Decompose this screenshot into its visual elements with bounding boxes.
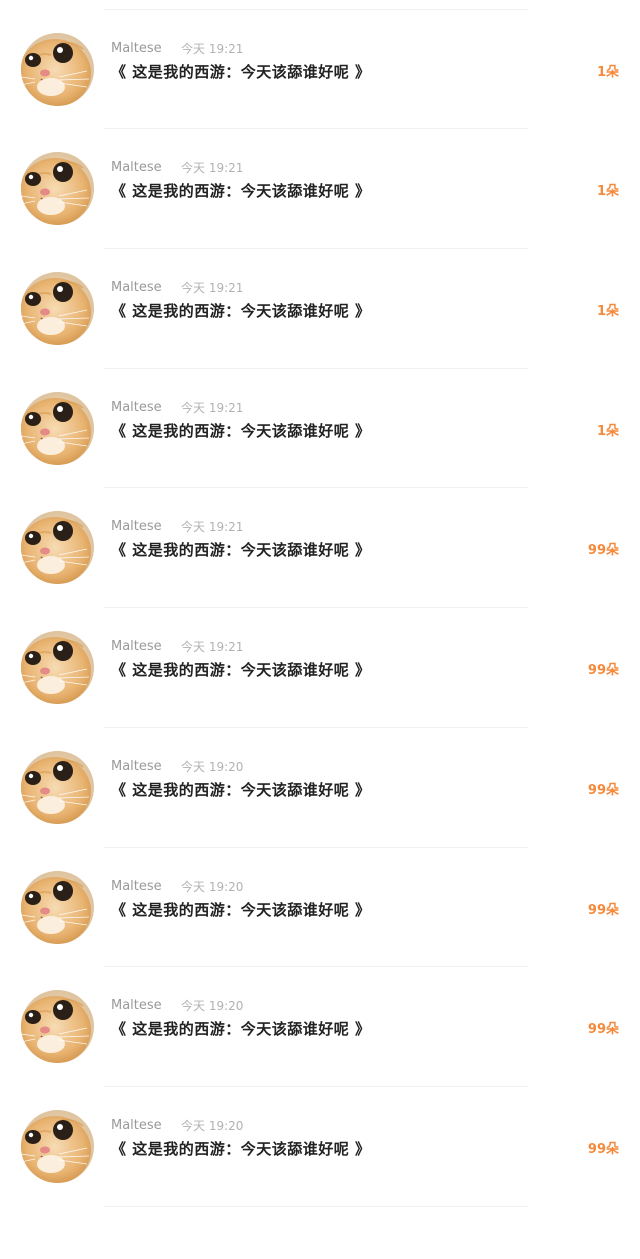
timestamp: 今天 19:20 — [181, 999, 244, 1014]
divider — [104, 1205, 528, 1207]
username[interactable]: Maltese — [111, 639, 162, 655]
timestamp: 今天 19:20 — [181, 879, 244, 894]
list-item[interactable]: Maltese 今天 19:21 《 这是我的西游：今天该舔谁好呢 》 1朵 — [0, 10, 640, 130]
cat-avatar-icon[interactable] — [21, 272, 94, 346]
post-title[interactable]: 《 这是我的西游：今天该舔谁好呢 》 — [111, 1019, 370, 1039]
list-item[interactable]: Maltese 今天 19:21 《 这是我的西游：今天该舔谁好呢 》 1朵 — [0, 0, 640, 10]
timestamp: 今天 19:21 — [181, 640, 244, 655]
cat-avatar-icon[interactable] — [21, 1109, 94, 1183]
list-item[interactable]: Maltese 今天 19:21 《 这是我的西游：今天该舔谁好呢 》 1朵 — [0, 369, 640, 489]
flower-count: 99朵 — [587, 543, 619, 559]
timestamp: 今天 19:21 — [181, 520, 244, 535]
post-title[interactable]: 《 这是我的西游：今天该舔谁好呢 》 — [111, 900, 370, 920]
flower-count: 99朵 — [587, 663, 619, 679]
cat-avatar-icon[interactable] — [21, 511, 94, 585]
cat-avatar-icon[interactable] — [21, 391, 94, 465]
list-item[interactable]: Maltese 今天 19:20 《 这是我的西游：今天该舔谁好呢 》 99朵 — [0, 967, 640, 1087]
comment-list: Maltese 今天 19:21 《 这是我的西游：今天该舔谁好呢 》 1朵 M… — [0, 0, 640, 1207]
username[interactable]: Maltese — [111, 160, 162, 176]
timestamp: 今天 19:21 — [181, 281, 244, 296]
timestamp: 今天 19:20 — [181, 759, 244, 774]
list-item[interactable]: Maltese 今天 19:20 《 这是我的西游：今天该舔谁好呢 》 99朵 — [0, 728, 640, 848]
post-title[interactable]: 《 这是我的西游：今天该舔谁好呢 》 — [111, 421, 370, 441]
timestamp: 今天 19:21 — [181, 400, 244, 415]
list-item[interactable]: Maltese 今天 19:21 《 这是我的西游：今天该舔谁好呢 》 99朵 — [0, 488, 640, 609]
username[interactable]: Maltese — [111, 41, 162, 57]
username[interactable]: Maltese — [111, 1118, 162, 1134]
timestamp: 今天 19:20 — [181, 1118, 244, 1133]
cat-avatar-icon[interactable] — [21, 631, 94, 705]
cat-avatar-icon[interactable] — [21, 152, 94, 226]
cat-avatar-icon[interactable] — [21, 32, 94, 106]
username[interactable]: Maltese — [111, 759, 162, 775]
flower-count: 99朵 — [587, 1022, 619, 1038]
timestamp: 今天 19:21 — [181, 41, 244, 56]
flower-count: 99朵 — [587, 782, 619, 798]
username[interactable]: Maltese — [111, 998, 162, 1014]
post-title[interactable]: 《 这是我的西游：今天该舔谁好呢 》 — [111, 62, 370, 82]
post-title[interactable]: 《 这是我的西游：今天该舔谁好呢 》 — [111, 181, 370, 201]
timestamp: 今天 19:21 — [181, 161, 244, 176]
flower-count: 1朵 — [596, 423, 619, 439]
list-item[interactable]: Maltese 今天 19:21 《 这是我的西游：今天该舔谁好呢 》 99朵 — [0, 608, 640, 728]
list-item[interactable]: Maltese 今天 19:21 《 这是我的西游：今天该舔谁好呢 》 1朵 — [0, 129, 640, 250]
post-title[interactable]: 《 这是我的西游：今天该舔谁好呢 》 — [111, 660, 370, 680]
post-title[interactable]: 《 这是我的西游：今天该舔谁好呢 》 — [111, 780, 370, 800]
list-item[interactable]: Maltese 今天 19:21 《 这是我的西游：今天该舔谁好呢 》 1朵 — [0, 249, 640, 369]
list-item[interactable]: Maltese 今天 19:20 《 这是我的西游：今天该舔谁好呢 》 99朵 — [0, 1087, 640, 1207]
cat-avatar-icon[interactable] — [21, 750, 94, 824]
flower-count: 1朵 — [596, 64, 619, 80]
cat-avatar-icon[interactable] — [21, 990, 94, 1064]
post-title[interactable]: 《 这是我的西游：今天该舔谁好呢 》 — [111, 1139, 370, 1159]
flower-count: 1朵 — [596, 304, 619, 320]
username[interactable]: Maltese — [111, 519, 162, 535]
post-title[interactable]: 《 这是我的西游：今天该舔谁好呢 》 — [111, 540, 370, 560]
flower-count: 99朵 — [587, 1141, 619, 1157]
post-title[interactable]: 《 这是我的西游：今天该舔谁好呢 》 — [111, 301, 370, 321]
username[interactable]: Maltese — [111, 879, 162, 895]
username[interactable]: Maltese — [111, 280, 162, 296]
cat-avatar-icon[interactable] — [21, 870, 94, 944]
flower-count: 99朵 — [587, 902, 619, 918]
list-item[interactable]: Maltese 今天 19:20 《 这是我的西游：今天该舔谁好呢 》 99朵 — [0, 848, 640, 968]
flower-count: 1朵 — [596, 184, 619, 200]
username[interactable]: Maltese — [111, 400, 162, 416]
